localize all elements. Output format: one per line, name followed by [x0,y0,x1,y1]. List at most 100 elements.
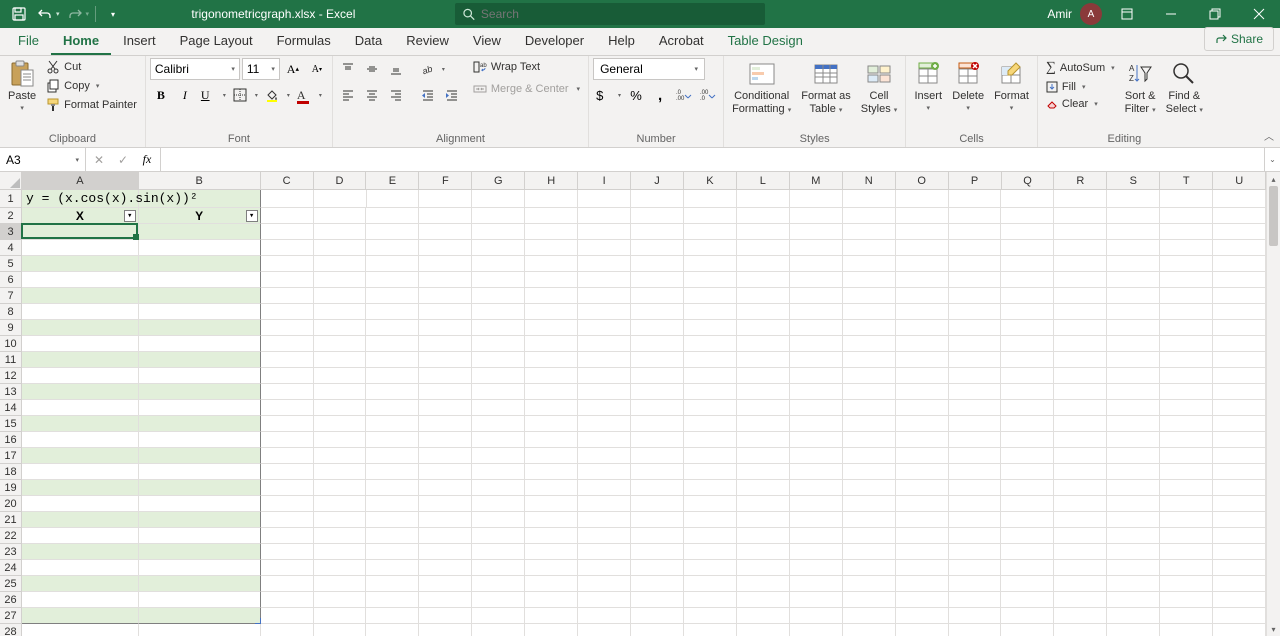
cell-A24[interactable] [22,560,139,576]
cell-M12[interactable] [790,368,843,384]
cell-L19[interactable] [737,480,790,496]
format-painter-button[interactable]: Format Painter [42,96,141,114]
cell-F14[interactable] [419,400,472,416]
cell-J7[interactable] [631,288,684,304]
row-header-16[interactable]: 16 [0,432,22,448]
cell-P14[interactable] [949,400,1002,416]
cell-P2[interactable] [949,208,1002,224]
row-header-11[interactable]: 11 [0,352,22,368]
cell-U17[interactable] [1213,448,1266,464]
column-header-D[interactable]: D [314,172,367,190]
align-top-button[interactable] [337,58,359,80]
cell-F25[interactable] [419,576,472,592]
cell-M3[interactable] [790,224,843,240]
cell-T9[interactable] [1160,320,1213,336]
cell-U6[interactable] [1213,272,1266,288]
cell-H5[interactable] [525,256,578,272]
cell-Q4[interactable] [1001,240,1054,256]
paste-button[interactable]: Paste ▾ [4,58,40,116]
increase-font-button[interactable]: A▴ [282,58,304,80]
cell-A16[interactable] [22,432,139,448]
cell-H1[interactable] [525,190,578,208]
number-format-combo[interactable]: General▾ [593,58,705,80]
cell-A21[interactable] [22,512,139,528]
cell-L27[interactable] [737,608,790,624]
cell-L1[interactable] [737,190,790,208]
cell-L15[interactable] [737,416,790,432]
cell-I20[interactable] [578,496,631,512]
cell-H8[interactable] [525,304,578,320]
cell-D15[interactable] [314,416,367,432]
cell-U14[interactable] [1213,400,1266,416]
cell-P23[interactable] [949,544,1002,560]
cell-B7[interactable] [139,288,261,304]
cell-N2[interactable] [843,208,896,224]
cell-R3[interactable] [1054,224,1107,240]
cell-D28[interactable] [314,624,367,636]
cell-T28[interactable] [1160,624,1213,636]
cell-T12[interactable] [1160,368,1213,384]
column-header-O[interactable]: O [896,172,949,190]
cell-L8[interactable] [737,304,790,320]
cell-F5[interactable] [419,256,472,272]
cell-T5[interactable] [1160,256,1213,272]
cell-D2[interactable] [314,208,367,224]
column-header-R[interactable]: R [1054,172,1107,190]
tab-page-layout[interactable]: Page Layout [168,27,265,55]
cell-P6[interactable] [949,272,1002,288]
cell-F12[interactable] [419,368,472,384]
cell-G16[interactable] [472,432,525,448]
accounting-format-button[interactable]: $ [593,84,623,106]
cell-C19[interactable] [261,480,314,496]
cell-A26[interactable] [22,592,139,608]
cell-I24[interactable] [578,560,631,576]
cell-L23[interactable] [737,544,790,560]
cell-E28[interactable] [366,624,419,636]
cell-B12[interactable] [139,368,261,384]
cell-C9[interactable] [261,320,314,336]
cell-B3[interactable] [139,224,261,240]
cell-T7[interactable] [1160,288,1213,304]
cell-S2[interactable] [1107,208,1160,224]
cell-J9[interactable] [631,320,684,336]
cell-M19[interactable] [790,480,843,496]
cell-L16[interactable] [737,432,790,448]
cancel-formula-button[interactable]: ✕ [90,151,108,169]
cell-F1[interactable] [419,190,472,208]
cell-O8[interactable] [896,304,949,320]
cell-N8[interactable] [843,304,896,320]
cell-K28[interactable] [684,624,737,636]
cell-G12[interactable] [472,368,525,384]
decrease-indent-button[interactable] [417,84,439,106]
comma-button[interactable]: , [649,84,671,106]
cell-G23[interactable] [472,544,525,560]
cell-Q10[interactable] [1001,336,1054,352]
cell-N28[interactable] [843,624,896,636]
cell-J12[interactable] [631,368,684,384]
cell-A8[interactable] [22,304,139,320]
insert-cells-button[interactable]: Insert▾ [910,58,946,116]
cell-I15[interactable] [578,416,631,432]
cell-K2[interactable] [684,208,737,224]
cell-I7[interactable] [578,288,631,304]
cell-J21[interactable] [631,512,684,528]
row-header-8[interactable]: 8 [0,304,22,320]
cell-J8[interactable] [631,304,684,320]
cell-Q13[interactable] [1001,384,1054,400]
cell-P4[interactable] [949,240,1002,256]
cell-U5[interactable] [1213,256,1266,272]
tab-developer[interactable]: Developer [513,27,596,55]
format-cells-button[interactable]: Format▾ [990,58,1033,116]
tab-file[interactable]: File [6,27,51,55]
cell-N9[interactable] [843,320,896,336]
cell-H17[interactable] [525,448,578,464]
cell-M14[interactable] [790,400,843,416]
cell-J14[interactable] [631,400,684,416]
row-header-12[interactable]: 12 [0,368,22,384]
cell-J3[interactable] [631,224,684,240]
cell-E13[interactable] [366,384,419,400]
cell-B2[interactable]: Y▾ [139,208,261,224]
cell-P22[interactable] [949,528,1002,544]
cell-M16[interactable] [790,432,843,448]
customize-qat[interactable]: ▾ [102,3,124,25]
